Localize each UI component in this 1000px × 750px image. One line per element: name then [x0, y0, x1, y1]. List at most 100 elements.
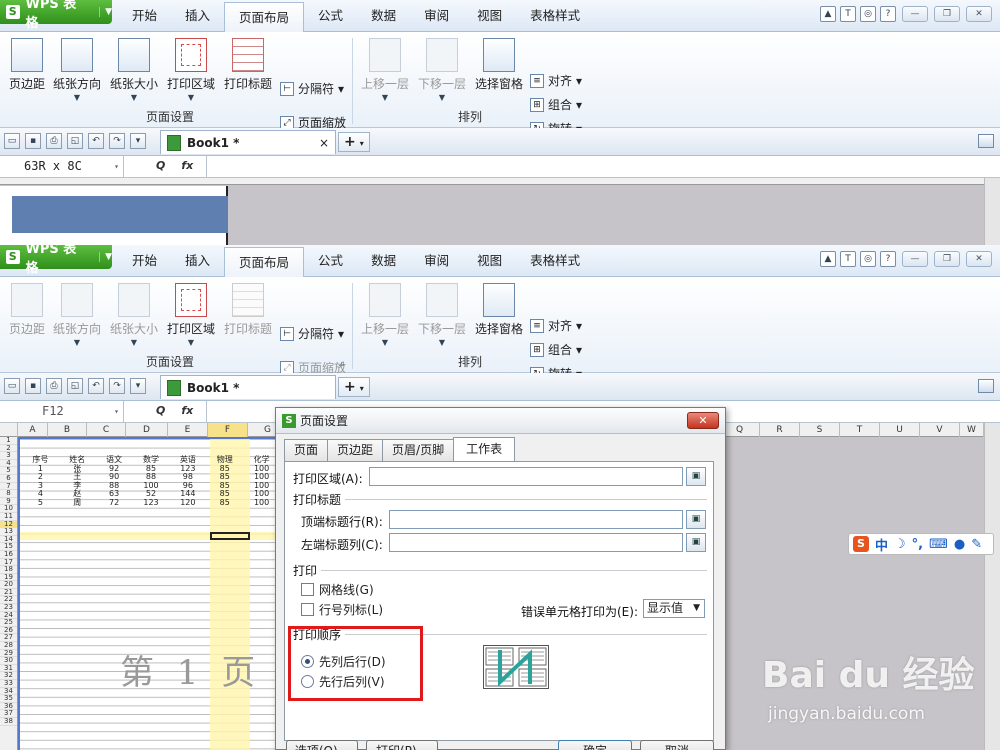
row-header[interactable]: 38	[0, 717, 17, 726]
name-box[interactable]: F12 ▾	[0, 401, 124, 422]
paper-size-button[interactable]: 纸张大小 ▼	[107, 283, 161, 347]
moon-icon[interactable]: ☽	[894, 537, 906, 552]
tab-list-icon[interactable]	[978, 134, 994, 148]
selected-range-tiny[interactable]	[0, 186, 228, 245]
restore-button[interactable]: ❐	[934, 6, 960, 22]
row-col-headers-checkbox[interactable]: 行号列标(L)	[301, 601, 383, 618]
punctuation-icon[interactable]: °,	[912, 537, 923, 552]
orientation-button[interactable]: 纸张方向 ▼	[50, 283, 104, 347]
selection-pane-button[interactable]: 选择窗格	[472, 283, 526, 337]
column-header[interactable]: R	[760, 423, 800, 437]
skin-icon[interactable]: T	[840, 6, 856, 22]
print-preview-icon[interactable]: ◱	[67, 133, 83, 149]
active-cell[interactable]	[210, 532, 250, 540]
restore-button[interactable]: ❐	[934, 251, 960, 267]
print-icon[interactable]: ⎙	[46, 378, 62, 394]
open-folder-icon[interactable]: ▭	[4, 133, 20, 149]
dialog-launcher-icon[interactable]: ⊿	[338, 114, 345, 123]
tab-sheet[interactable]: 工作表	[453, 437, 516, 461]
range-picker-icon[interactable]: ▣	[686, 533, 706, 552]
menu-home[interactable]: 开始	[118, 0, 171, 32]
error-cells-select[interactable]: 显示值 ▼	[643, 599, 705, 618]
zoom-find-icon[interactable]: Q	[156, 404, 165, 417]
column-header[interactable]: T	[840, 423, 880, 437]
fx-icon[interactable]: fx	[181, 404, 193, 417]
menu-data[interactable]: 数据	[357, 0, 410, 32]
vertical-scrollbar[interactable]	[984, 178, 1000, 245]
print-area-button[interactable]: 打印区域 ▼	[164, 38, 218, 102]
print-area-button[interactable]: 打印区域 ▼	[164, 283, 218, 347]
tab-margins[interactable]: 页边距	[327, 439, 384, 461]
menu-page-layout[interactable]: 页面布局	[224, 2, 305, 32]
menu-page-layout[interactable]: 页面布局	[224, 247, 305, 277]
tab-header-footer[interactable]: 页眉/页脚	[382, 439, 455, 461]
undo-icon[interactable]: ↶	[88, 378, 104, 394]
selection-pane-button[interactable]: 选择窗格	[472, 38, 526, 92]
bring-forward-button[interactable]: 上移一层 ▼	[358, 38, 412, 102]
save-icon[interactable]: ▪	[25, 133, 41, 149]
menu-insert[interactable]: 插入	[171, 0, 224, 32]
column-header[interactable]: D	[126, 423, 168, 437]
print-icon[interactable]: ⎙	[46, 133, 62, 149]
print-area-input[interactable]	[369, 467, 683, 486]
sogou-logo-icon[interactable]: S	[853, 536, 869, 552]
close-button[interactable]: ✕	[966, 251, 992, 267]
customize-toolbar-icon[interactable]: ▾	[130, 378, 146, 394]
column-header-selected[interactable]: F	[208, 423, 248, 437]
dialog-launcher-icon[interactable]: ⊿	[338, 359, 345, 368]
name-box[interactable]: 63R x 8C ▾	[0, 156, 124, 177]
send-backward-button[interactable]: 下移一层 ▼	[415, 38, 469, 102]
paper-size-button[interactable]: 纸张大小 ▼	[107, 38, 161, 102]
select-all-corner[interactable]	[0, 423, 18, 437]
menu-view[interactable]: 视图	[463, 0, 516, 32]
ok-button[interactable]: 确定	[558, 740, 632, 750]
print-titles-button[interactable]: 打印标题	[221, 283, 275, 337]
margins-button[interactable]: 页边距	[0, 283, 54, 337]
column-header[interactable]: C	[87, 423, 126, 437]
gridlines-checkbox[interactable]: 网格线(G)	[301, 581, 374, 598]
column-header[interactable]: A	[18, 423, 48, 437]
user-icon[interactable]: ●	[954, 537, 965, 552]
separator-button[interactable]: ⊢ 分隔符 ▾	[280, 325, 344, 342]
collapse-ribbon-icon[interactable]: ▲	[820, 6, 836, 22]
wrench-icon[interactable]: ✎	[971, 537, 982, 552]
top-rows-input[interactable]	[389, 510, 683, 529]
menu-insert[interactable]: 插入	[171, 245, 224, 277]
dialog-close-button[interactable]: ✕	[687, 412, 719, 429]
menu-review[interactable]: 审阅	[410, 245, 463, 277]
menu-review[interactable]: 审阅	[410, 0, 463, 32]
bring-forward-button[interactable]: 上移一层 ▼	[358, 283, 412, 347]
column-header[interactable]: Q	[720, 423, 760, 437]
help-icon[interactable]: ?	[880, 6, 896, 22]
menu-table-style[interactable]: 表格样式	[516, 0, 594, 32]
separator-button[interactable]: ⊢ 分隔符 ▾	[280, 80, 344, 97]
document-tab[interactable]: Book1 * ×	[160, 130, 336, 154]
menu-table-style[interactable]: 表格样式	[516, 245, 594, 277]
print-titles-button[interactable]: 打印标题	[221, 38, 275, 92]
tab-page[interactable]: 页面	[284, 439, 329, 461]
group-button[interactable]: ⊞ 组合 ▾	[530, 341, 582, 358]
range-picker-icon[interactable]: ▣	[686, 467, 706, 486]
print-preview-icon[interactable]: ◱	[67, 378, 83, 394]
close-tab-icon[interactable]: ×	[319, 136, 329, 150]
cancel-button[interactable]: 取消	[640, 740, 714, 750]
column-header[interactable]: W	[960, 423, 984, 437]
redo-icon[interactable]: ↷	[109, 133, 125, 149]
menu-home[interactable]: 开始	[118, 245, 171, 277]
wps-logo-button[interactable]: S WPS 表格 ▼	[0, 245, 112, 276]
skin-icon[interactable]: T	[840, 251, 856, 267]
undo-icon[interactable]: ↶	[88, 133, 104, 149]
new-tab-button[interactable]: + ▾	[338, 132, 370, 152]
minimize-button[interactable]: —	[902, 251, 928, 267]
send-backward-button[interactable]: 下移一层 ▼	[415, 283, 469, 347]
close-button[interactable]: ✕	[966, 6, 992, 22]
collapse-ribbon-icon[interactable]: ▲	[820, 251, 836, 267]
range-picker-icon[interactable]: ▣	[686, 510, 706, 529]
vertical-scrollbar[interactable]	[984, 423, 1000, 750]
minimize-button[interactable]: —	[902, 6, 928, 22]
left-columns-input[interactable]	[389, 533, 683, 552]
column-header[interactable]: U	[880, 423, 920, 437]
menu-view[interactable]: 视图	[463, 245, 516, 277]
menu-formula[interactable]: 公式	[304, 245, 357, 277]
group-button[interactable]: ⊞ 组合 ▾	[530, 96, 582, 113]
